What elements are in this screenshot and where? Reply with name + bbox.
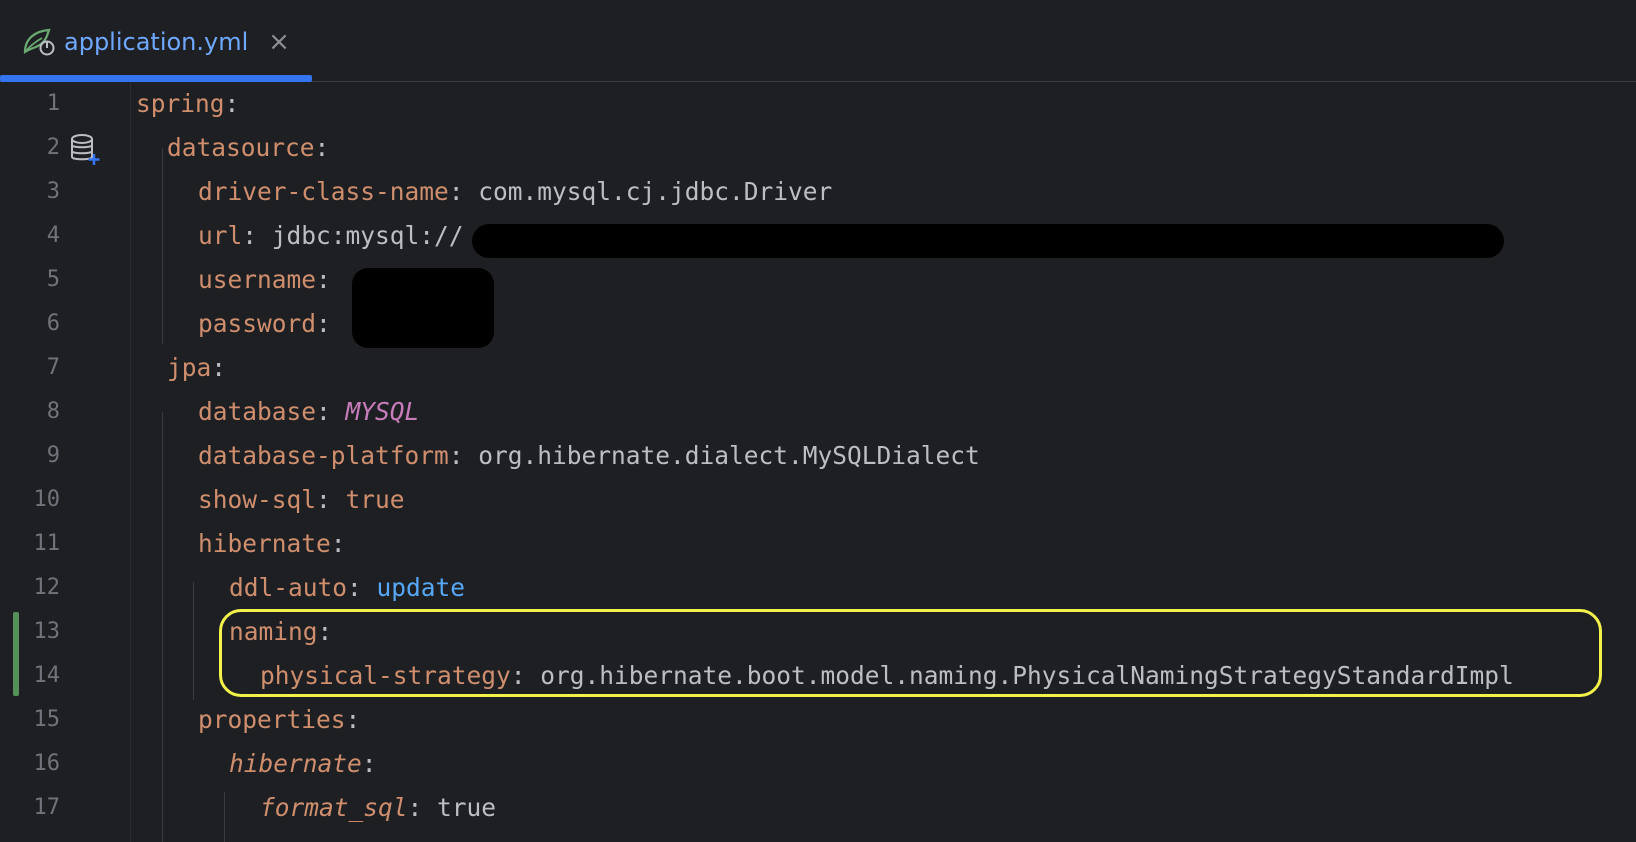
- line-number: 4: [46, 223, 60, 248]
- code-editor[interactable]: 1 spring: 2 datasource: 3 driver-class-n…: [0, 82, 1636, 842]
- code-line: 12 ddl-auto: update: [0, 566, 1636, 610]
- tab-label: application.yml: [64, 28, 249, 56]
- code-line: 6 password:: [0, 302, 1636, 346]
- yaml-key: jpa: [167, 353, 212, 382]
- line-number: 7: [46, 355, 60, 380]
- yaml-value: true: [422, 793, 497, 822]
- yaml-key: driver-class-name: [198, 177, 449, 206]
- code-line: 17 format_sql: true: [0, 786, 1636, 830]
- colon: :: [211, 353, 227, 382]
- line-number: 8: [46, 399, 60, 424]
- code-line: 7 jpa:: [0, 346, 1636, 390]
- line-number: 14: [33, 663, 61, 688]
- yaml-key: database: [198, 397, 317, 426]
- colon: :: [316, 309, 331, 338]
- code-line: 15 properties:: [0, 698, 1636, 742]
- line-number: 13: [33, 619, 61, 644]
- colon: :: [448, 441, 464, 470]
- yaml-value: org.hibernate.dialect.MySQLDialect: [463, 441, 980, 470]
- tab-application-yml[interactable]: application.yml ×: [0, 0, 312, 82]
- code-line: 16 hibernate:: [0, 742, 1636, 786]
- editor-tab-bar: application.yml ×: [0, 0, 1636, 82]
- line-number: 6: [46, 311, 60, 336]
- redaction-url: [472, 224, 1504, 258]
- colon: :: [316, 397, 346, 426]
- colon: :: [345, 705, 361, 734]
- yaml-key: database-platform: [198, 441, 449, 470]
- yaml-boolean: true: [345, 485, 405, 514]
- code-line: 1 spring:: [0, 82, 1636, 126]
- yaml-key: hibernate: [229, 749, 362, 778]
- colon: :: [224, 89, 240, 118]
- colon: :: [314, 133, 330, 162]
- code-line: 11 hibernate:: [0, 522, 1636, 566]
- colon: :: [407, 793, 423, 822]
- colon: :: [316, 265, 331, 294]
- code-line: 2 datasource:: [0, 126, 1636, 170]
- line-number: 11: [33, 531, 61, 556]
- line-number: 5: [46, 267, 60, 292]
- colon: :: [448, 177, 464, 206]
- yaml-enum-value: update: [376, 573, 466, 602]
- highlight-box: [219, 609, 1602, 697]
- yaml-value: com.mysql.cj.jdbc.Driver: [463, 177, 833, 206]
- code-line: 10 show-sql: true: [0, 478, 1636, 522]
- yaml-key: hibernate: [198, 529, 331, 558]
- line-number: 16: [33, 751, 61, 776]
- yaml-key: spring: [136, 89, 225, 118]
- line-number: 2: [46, 135, 60, 160]
- active-tab-indicator: [0, 75, 312, 82]
- colon: :: [242, 221, 258, 250]
- yaml-key: url: [198, 221, 243, 250]
- spring-boot-icon: [22, 26, 58, 58]
- yaml-key: show-sql: [198, 485, 317, 514]
- line-number: 17: [33, 795, 61, 820]
- yaml-constant: MYSQL: [345, 397, 420, 426]
- line-number: 12: [33, 575, 61, 600]
- line-number: 10: [33, 487, 61, 512]
- code-line: 3 driver-class-name: com.mysql.cj.jdbc.D…: [0, 170, 1636, 214]
- line-number: 1: [46, 91, 60, 116]
- code-line: 5 username:: [0, 258, 1636, 302]
- yaml-key: ddl-auto: [229, 573, 348, 602]
- redaction-credentials: [352, 268, 494, 348]
- line-number: 3: [46, 179, 60, 204]
- yaml-key: username: [198, 265, 317, 294]
- line-number: 15: [33, 707, 61, 732]
- close-icon[interactable]: ×: [266, 26, 292, 58]
- colon: :: [316, 485, 346, 514]
- yaml-key: properties: [198, 705, 346, 734]
- yaml-value: jdbc:mysql://: [257, 221, 464, 250]
- colon: :: [347, 573, 377, 602]
- yaml-key: format_sql: [260, 793, 408, 822]
- colon: :: [330, 529, 346, 558]
- code-line: 9 database-platform: org.hibernate.diale…: [0, 434, 1636, 478]
- colon: :: [361, 749, 377, 778]
- yaml-key: password: [198, 309, 317, 338]
- yaml-key: datasource: [167, 133, 315, 162]
- line-number: 9: [46, 443, 60, 468]
- code-line: 8 database: MYSQL: [0, 390, 1636, 434]
